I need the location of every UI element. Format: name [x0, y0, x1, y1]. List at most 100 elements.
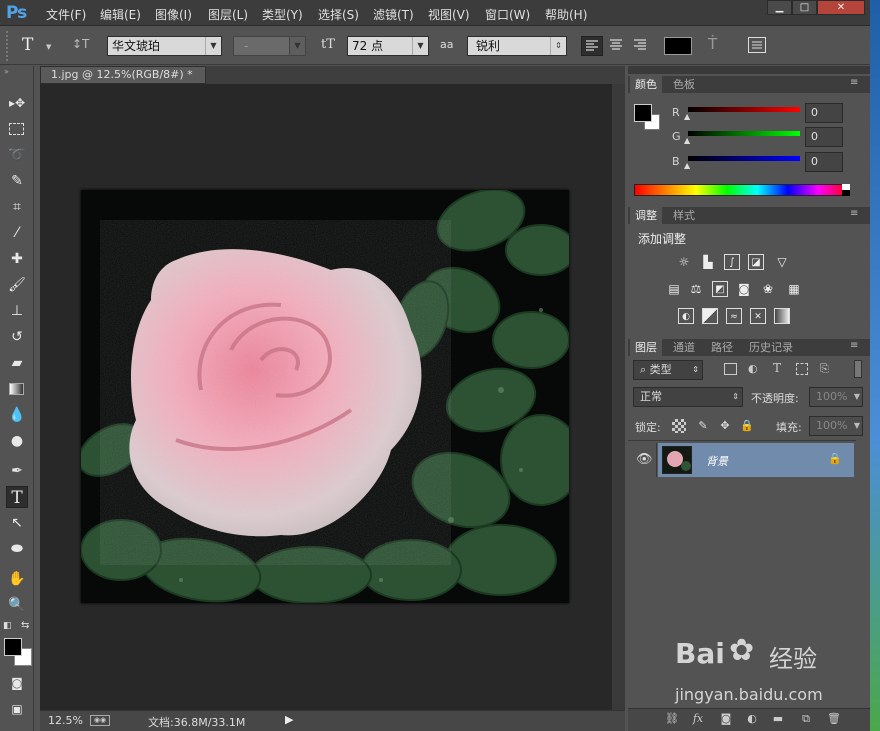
type-tool-icon[interactable]: T — [6, 486, 28, 508]
lock-all-icon[interactable]: 🔒 — [740, 419, 754, 433]
color-lookup-icon[interactable]: ▦ — [786, 281, 802, 297]
minimize-icon[interactable]: ▁ — [767, 0, 792, 15]
color-balance-icon[interactable]: ⚖ — [688, 281, 704, 297]
tab-adjustments[interactable]: 调整 — [630, 207, 662, 224]
status-preview-icon[interactable]: ◉◉ — [90, 715, 110, 726]
dodge-tool-icon[interactable]: ● — [6, 430, 28, 452]
levels-icon[interactable]: ▙ — [700, 254, 716, 270]
foreground-swatch[interactable] — [634, 104, 652, 122]
tab-history[interactable]: 历史记录 — [744, 339, 798, 356]
blend-mode-select[interactable]: 正常 ⇕ — [633, 387, 743, 407]
brush-tool-icon[interactable]: 🖌 — [6, 274, 28, 296]
close-icon[interactable]: ✕ — [817, 0, 865, 15]
color-spectrum-bar[interactable] — [634, 184, 850, 196]
menu-image[interactable]: 图像(I) — [155, 6, 192, 23]
menu-select[interactable]: 选择(S) — [318, 6, 359, 23]
black-white-ramp[interactable] — [842, 184, 850, 196]
menu-edit[interactable]: 编辑(E) — [100, 6, 141, 23]
channel-r-value[interactable]: 0 — [805, 103, 843, 123]
tab-layers[interactable]: 图层 — [630, 339, 662, 356]
text-color-swatch[interactable] — [664, 37, 692, 55]
font-style-select[interactable]: - ▼ — [233, 36, 306, 56]
clone-stamp-tool-icon[interactable]: ⊥ — [6, 300, 28, 322]
antialias-select[interactable]: 锐利 ⇕ — [467, 36, 567, 56]
align-left-button[interactable] — [581, 36, 603, 56]
adjustment-layer-icon[interactable]: ◐ — [744, 712, 760, 726]
menu-help[interactable]: 帮助(H) — [545, 6, 587, 23]
visibility-eye-icon[interactable]: 👁 — [636, 452, 653, 467]
quick-mask-icon[interactable]: ◙ — [6, 672, 28, 694]
foreground-color-swatch[interactable] — [4, 638, 22, 656]
gradient-tool-icon[interactable] — [6, 378, 28, 400]
blur-tool-icon[interactable]: 💧 — [6, 404, 28, 426]
opacity-input[interactable]: 100% ▼ — [809, 387, 863, 407]
menu-type[interactable]: 类型(Y) — [262, 6, 303, 23]
lock-pixels-icon[interactable]: ✎ — [696, 419, 710, 433]
channel-b-value[interactable]: 0 — [805, 152, 843, 172]
path-selection-tool-icon[interactable]: ↖ — [6, 512, 28, 534]
channel-g-slider[interactable] — [688, 131, 800, 136]
character-panel-icon[interactable] — [748, 37, 766, 53]
vibrance-icon[interactable]: ▽ — [774, 254, 790, 270]
channel-g-value[interactable]: 0 — [805, 127, 843, 147]
posterize-icon[interactable] — [702, 308, 718, 324]
move-tool-icon[interactable]: ▸✥ — [6, 92, 28, 114]
eraser-tool-icon[interactable]: ▰ — [6, 352, 28, 374]
font-size-select[interactable]: 72 点 ▼ — [347, 36, 429, 56]
filter-type-icon[interactable]: T — [773, 361, 781, 375]
history-brush-tool-icon[interactable]: ↺ — [6, 326, 28, 348]
maximize-icon[interactable]: □ — [792, 0, 817, 15]
zoom-level[interactable]: 12.5% — [48, 714, 83, 727]
hue-saturation-icon[interactable]: ▤ — [666, 281, 682, 297]
screen-mode-icon[interactable]: ▣ — [6, 698, 28, 720]
crop-tool-icon[interactable]: ⌗ — [6, 196, 28, 218]
zoom-tool-icon[interactable]: 🔍 — [6, 594, 28, 616]
curves-icon[interactable]: ∫ — [724, 254, 740, 270]
tab-styles[interactable]: 样式 — [668, 207, 700, 224]
photo-filter-icon[interactable]: ◙ — [736, 281, 752, 297]
vertical-scrollbar[interactable] — [612, 84, 625, 710]
link-icon[interactable]: ⛓ — [664, 712, 680, 726]
panel-menu-icon[interactable]: ≡ — [850, 208, 858, 219]
panel-menu-icon[interactable]: ≡ — [850, 340, 858, 351]
threshold-icon[interactable]: ≈ — [726, 308, 742, 324]
channel-b-slider[interactable] — [688, 156, 800, 161]
collapse-icon[interactable]: » — [4, 67, 9, 76]
tab-paths[interactable]: 路径 — [706, 339, 738, 356]
lasso-tool-icon[interactable]: ➰ — [6, 144, 28, 166]
pen-tool-icon[interactable]: ✒ — [6, 460, 28, 482]
channel-mixer-icon[interactable]: ❀ — [760, 281, 776, 297]
healing-brush-tool-icon[interactable]: ✚ — [6, 248, 28, 270]
default-colors-icon[interactable]: ◧ — [3, 621, 12, 631]
warp-text-icon[interactable]: Ṫ — [708, 35, 717, 53]
layer-filter-select[interactable]: ⌕ 类型 ⇕ — [633, 360, 703, 380]
slider-thumb-icon[interactable]: ▲ — [684, 136, 690, 145]
group-folder-icon[interactable]: ▬ — [770, 712, 786, 726]
tab-color[interactable]: 颜色 — [630, 76, 662, 93]
filter-shape-icon[interactable] — [796, 363, 808, 375]
trash-icon[interactable]: 🗑 — [826, 712, 842, 726]
panel-menu-icon[interactable]: ≡ — [850, 77, 858, 88]
fx-icon[interactable]: fx — [690, 712, 706, 726]
slider-thumb-icon[interactable]: ▲ — [684, 112, 690, 121]
fill-input[interactable]: 100% ▼ — [809, 416, 863, 436]
menu-window[interactable]: 窗口(W) — [485, 6, 530, 23]
mask-icon[interactable]: ◙ — [718, 712, 734, 726]
ellipse-tool-icon[interactable]: ⬬ — [6, 538, 28, 560]
eyedropper-tool-icon[interactable]: ⁄ — [6, 222, 28, 244]
swap-colors-icon[interactable]: ⇆ — [21, 620, 29, 631]
menu-layer[interactable]: 图层(L) — [208, 6, 248, 23]
font-family-select[interactable]: 华文琥珀 ▼ — [107, 36, 222, 56]
new-layer-icon[interactable]: ⧉ — [798, 712, 814, 726]
hand-tool-icon[interactable]: ✋ — [6, 568, 28, 590]
invert-icon[interactable]: ◐ — [678, 308, 694, 324]
type-tool-preset-icon[interactable]: T — [22, 35, 33, 55]
align-center-button[interactable] — [606, 36, 628, 56]
marquee-tool-icon[interactable] — [6, 118, 28, 140]
document-image[interactable] — [81, 190, 569, 603]
document-tab[interactable]: 1.jpg @ 12.5%(RGB/8#) * × — [40, 66, 206, 97]
layer-row-background[interactable]: 背景 🔒 — [658, 443, 854, 477]
text-orientation-icon[interactable]: ↕T — [72, 37, 89, 51]
chevron-down-icon[interactable]: ▼ — [46, 43, 51, 51]
layer-lock-icon[interactable]: 🔒 — [828, 452, 842, 465]
